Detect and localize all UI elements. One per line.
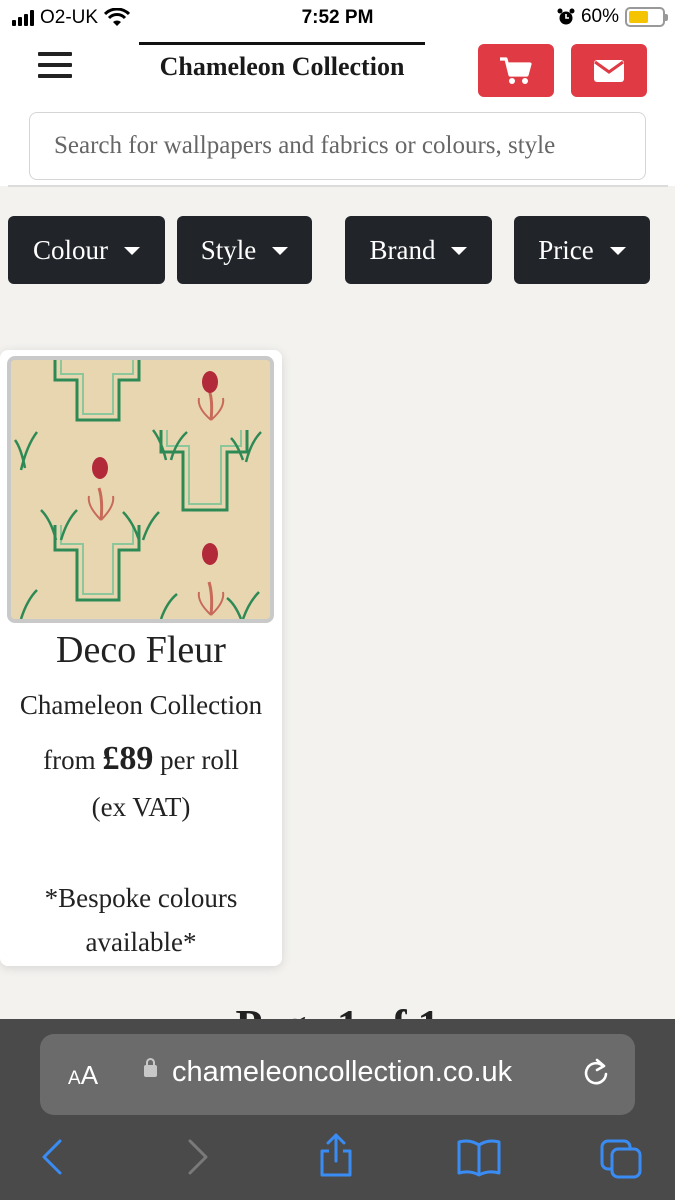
filter-price-label: Price — [538, 234, 594, 265]
aa-big: A — [80, 1060, 99, 1090]
battery-icon — [625, 7, 668, 27]
address-bar[interactable]: AA chameleoncollection.co.uk — [40, 1034, 635, 1115]
cart-icon — [500, 56, 532, 84]
reload-icon[interactable] — [581, 1056, 611, 1088]
alarm-icon — [557, 8, 575, 25]
filter-price[interactable]: Price — [514, 216, 650, 284]
browser-toolbar: AA chameleoncollection.co.uk — [0, 1019, 675, 1200]
product-brand: Chameleon Collection — [19, 690, 263, 720]
product-image[interactable] — [7, 356, 274, 623]
back-icon[interactable] — [40, 1137, 64, 1177]
site-brand[interactable]: Chameleon Collection — [139, 52, 425, 82]
filter-brand[interactable]: Brand — [345, 216, 492, 284]
price-suffix: per roll — [160, 745, 239, 775]
caret-down-icon — [609, 247, 626, 255]
forward-icon[interactable] — [186, 1137, 210, 1177]
envelope-icon — [594, 59, 624, 82]
filter-style[interactable]: Style — [177, 216, 312, 284]
filter-colour[interactable]: Colour — [8, 216, 165, 284]
filter-style-label: Style — [200, 234, 257, 265]
battery-fill — [629, 11, 649, 23]
product-price-line: from £89 per roll — [0, 740, 282, 778]
tabs-icon[interactable] — [600, 1139, 642, 1179]
status-right: 60% — [557, 6, 668, 28]
contact-button[interactable] — [571, 44, 647, 97]
price-prefix: from — [43, 745, 96, 775]
vat-note: (ex VAT) — [91, 792, 191, 822]
caret-down-icon — [272, 247, 289, 255]
url-text[interactable]: chameleoncollection.co.uk — [172, 1056, 512, 1089]
battery-percent: 60% — [580, 6, 619, 27]
search-input[interactable] — [29, 112, 646, 180]
share-icon[interactable] — [318, 1131, 354, 1179]
caret-down-icon — [124, 247, 140, 255]
aa-small: A — [68, 1068, 81, 1089]
lock-icon — [144, 1058, 157, 1077]
bookmarks-icon[interactable] — [456, 1139, 502, 1177]
brand-underline — [139, 42, 425, 45]
product-title[interactable]: Deco Fleur — [0, 628, 282, 672]
menu-icon[interactable] — [38, 52, 72, 78]
bespoke-note: *Bespoke colours available* — [44, 883, 238, 957]
reader-options-button[interactable]: AA — [68, 1060, 98, 1091]
caret-down-icon — [451, 247, 468, 255]
cart-button[interactable] — [478, 44, 554, 97]
status-bar: O2-UK 7:52 PM 60% — [0, 0, 675, 36]
header-divider — [8, 185, 668, 187]
filter-colour-label: Colour — [32, 234, 108, 265]
product-price: £89 — [102, 740, 154, 777]
filter-brand-label: Brand — [369, 234, 436, 265]
product-card[interactable]: Deco Fleur Chameleon Collection from £89… — [0, 350, 282, 966]
site-header: Chameleon Collection — [0, 36, 675, 186]
